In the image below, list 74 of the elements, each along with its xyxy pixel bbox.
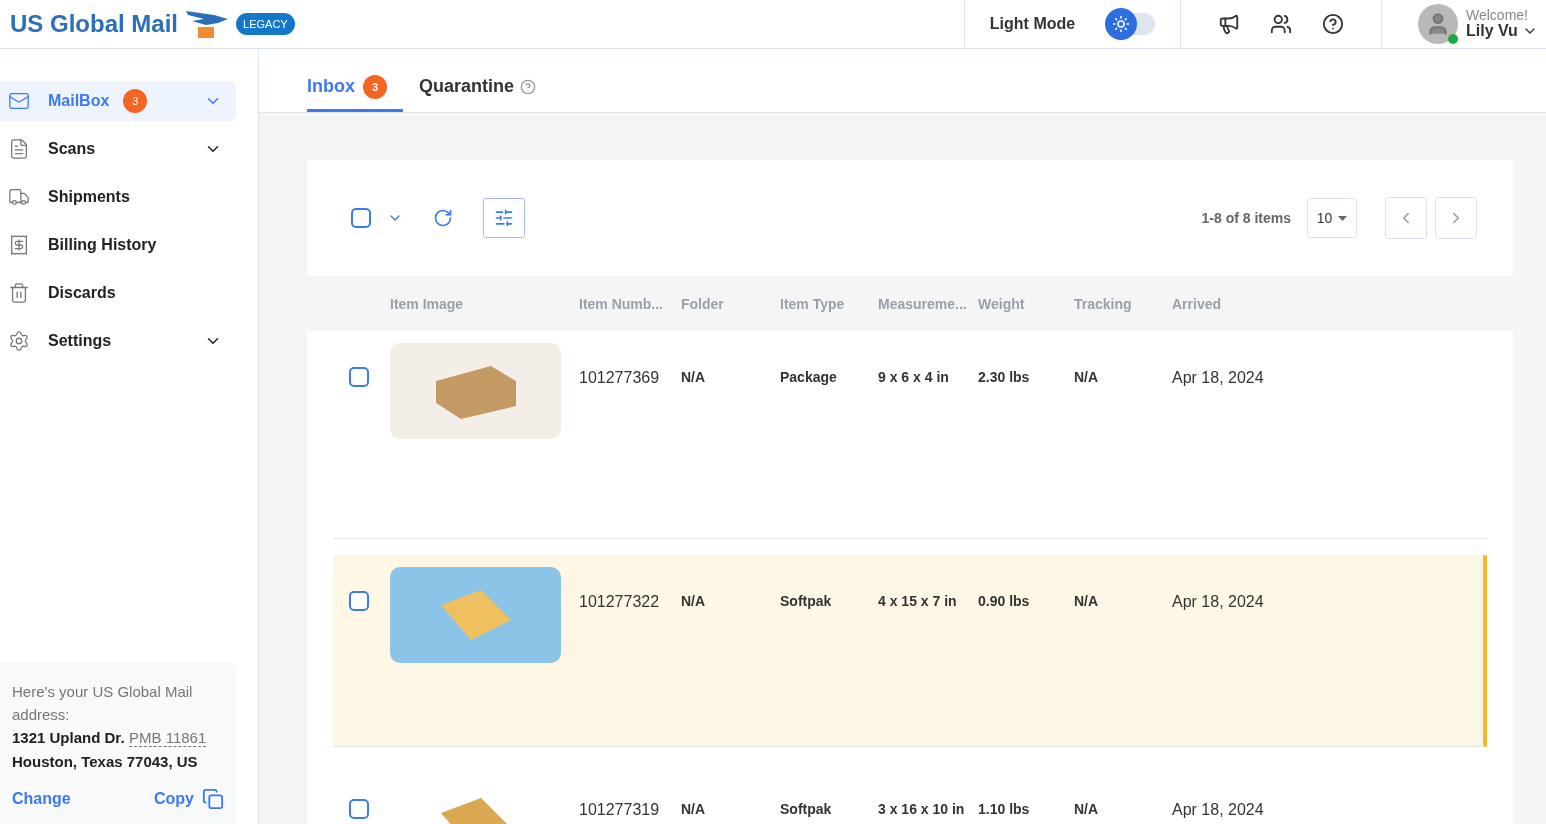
measurement-cell-text: 3 x 16 x 10 in (878, 800, 966, 817)
weight-cell-text: 0.90 lbs (978, 592, 1031, 609)
megaphone-icon[interactable] (1218, 13, 1240, 35)
sun-icon (1112, 15, 1131, 33)
trash-icon (8, 282, 30, 304)
help-icon[interactable] (1322, 13, 1344, 35)
welcome-text: Welcome! (1466, 8, 1529, 22)
item-type-cell-text: Softpak (780, 800, 833, 817)
sidebar-item[interactable]: MailBox 3 (0, 81, 236, 121)
item-type-cell-text: Softpak (780, 592, 833, 609)
settings-icon (8, 330, 30, 352)
arrived-date: Apr 18, 2024 (1172, 800, 1265, 819)
count-badge: 3 (123, 89, 148, 113)
address-street: 1321 Upland Dr. (12, 729, 125, 746)
tracking-cell-text: N/A (1074, 800, 1100, 817)
column-header: Weight (978, 295, 1026, 312)
filter-button[interactable] (483, 198, 525, 238)
column-header: Arrived (1172, 295, 1223, 312)
theme-label: Light Mode (989, 15, 1076, 33)
tracking-cell-text: N/A (1074, 368, 1100, 385)
item-type-cell-text: Package (780, 368, 838, 385)
item-number: 101277369 (579, 368, 661, 387)
folder-cell-text: N/A (681, 800, 707, 817)
weight-cell-text: 2.30 lbs (978, 368, 1031, 385)
count-badge: 3 (363, 74, 387, 99)
copy-button[interactable]: Copy (154, 788, 224, 810)
avatar[interactable] (1418, 4, 1458, 44)
change-link[interactable]: Change (12, 790, 71, 808)
sidebar-item[interactable]: Discards (0, 273, 236, 313)
arrived-date: Apr 18, 2024 (1172, 368, 1265, 387)
page-size-select[interactable]: 10 (1307, 198, 1357, 238)
receipt-icon (8, 234, 30, 256)
row-checkbox[interactable] (349, 799, 369, 819)
column-header: Item Type (780, 295, 846, 312)
pmb-number: PMB 11861 (129, 729, 207, 747)
tab[interactable]: Quarantine (419, 64, 553, 112)
weight-cell-text: 1.10 lbs (978, 800, 1031, 817)
brand-name: US Global Mail (10, 10, 179, 38)
sidebar-item[interactable]: Scans (0, 129, 236, 169)
item-number: 101277322 (579, 592, 661, 611)
users-icon[interactable] (1270, 13, 1292, 35)
sidebar-item[interactable]: Settings (0, 321, 236, 361)
sidebar-item[interactable]: Billing History (0, 225, 236, 265)
address-intro: Here's your US Global Mail address: (12, 682, 194, 725)
document-icon (8, 138, 30, 160)
tab[interactable]: Inbox 3 (307, 64, 403, 112)
column-header: Tracking (1074, 295, 1133, 312)
column-header: Measureme... (878, 295, 968, 312)
row-checkbox[interactable] (349, 367, 369, 387)
legacy-badge: LEGACY (236, 13, 295, 35)
sidebar-item[interactable]: Shipments (0, 177, 236, 217)
measurement-cell-text: 4 x 15 x 7 in (878, 592, 958, 609)
column-header: Item Image (390, 295, 465, 312)
folder-cell-text: N/A (681, 368, 707, 385)
pagination-range: 1-8 of 8 items (1201, 210, 1291, 226)
select-all-checkbox[interactable] (351, 208, 371, 228)
column-header: Folder (681, 295, 725, 312)
user-menu[interactable]: Lily Vu (1466, 22, 1538, 40)
refresh-icon[interactable] (433, 208, 453, 228)
table-row[interactable]: 101277322 N/A Softpak 4 x 15 x 7 in 0.90 lbs N/A Apr 18, 2024 (333, 555, 1487, 747)
arrived-date: Apr 18, 2024 (1172, 592, 1265, 611)
sliders-icon (494, 208, 514, 228)
truck-icon (8, 186, 30, 208)
mail-icon (8, 90, 30, 112)
copy-icon (202, 788, 224, 810)
row-checkbox[interactable] (349, 591, 369, 611)
address-city: Houston, Texas 77043, US (12, 752, 199, 772)
folder-cell-text: N/A (681, 592, 707, 609)
item-number: 101277319 (579, 800, 661, 819)
theme-toggle[interactable] (1105, 8, 1156, 40)
caret-icon (1338, 215, 1348, 221)
column-header: Item Numb... (579, 295, 664, 312)
measurement-cell-text: 9 x 6 x 4 in (878, 368, 950, 385)
tracking-cell-text: N/A (1074, 592, 1100, 609)
